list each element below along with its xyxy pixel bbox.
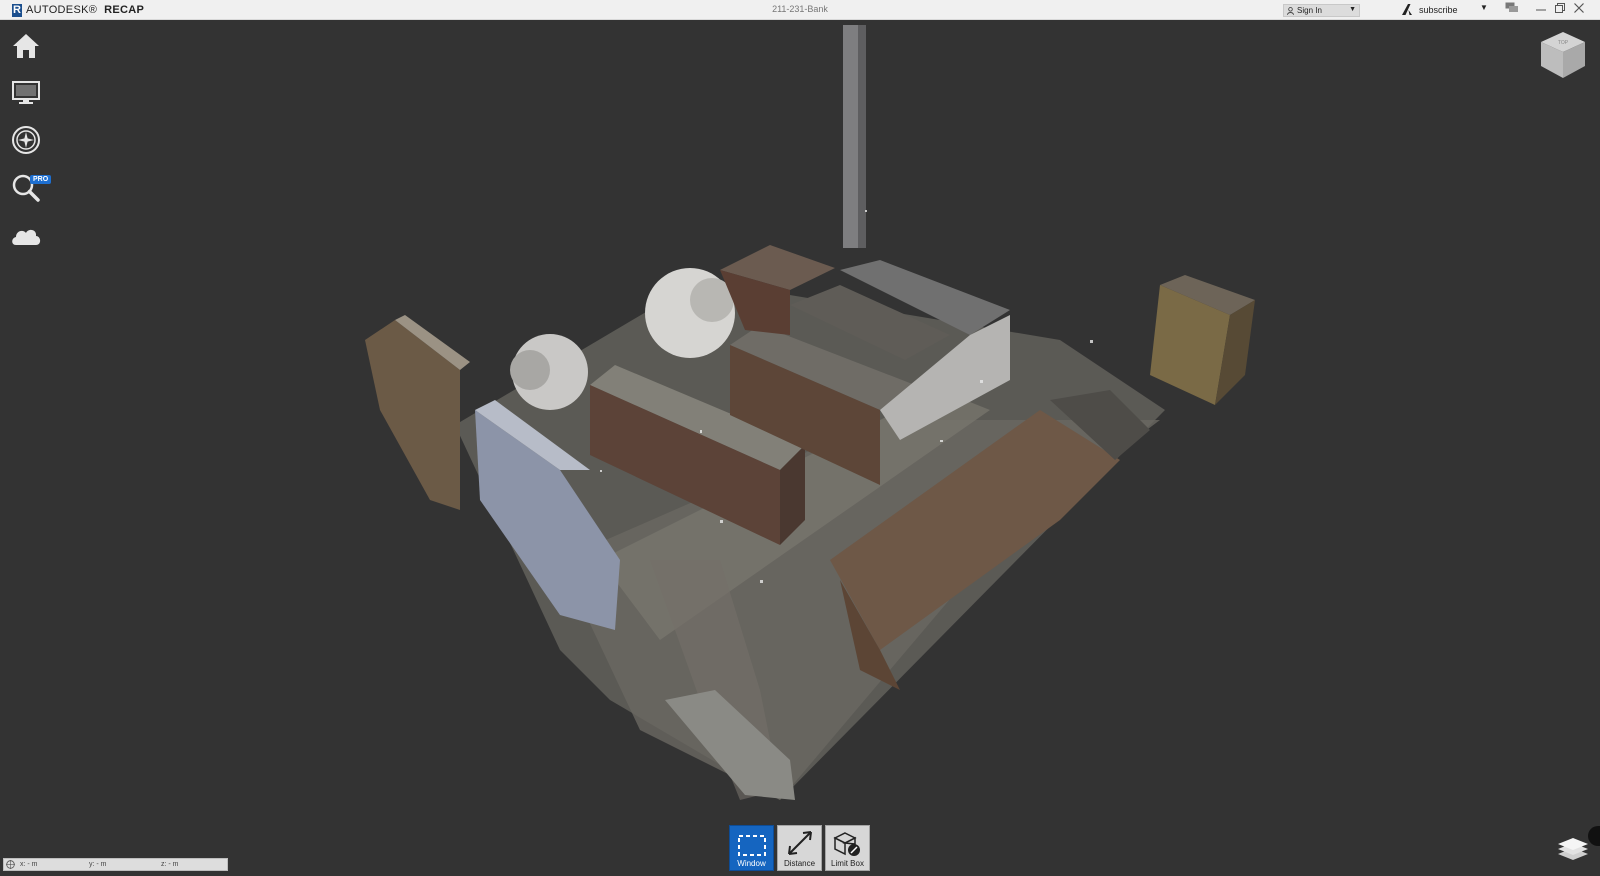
display-icon xyxy=(12,81,40,104)
window-tool-label: Window xyxy=(737,859,766,868)
view-cube[interactable]: TOP xyxy=(1539,30,1587,80)
z-coordinate: z: - m xyxy=(161,861,179,868)
display-settings-button[interactable] xyxy=(8,75,44,111)
home-icon xyxy=(13,34,39,58)
window-select-icon xyxy=(737,835,766,856)
distance-tool-label: Distance xyxy=(783,859,816,868)
coordinates-bar: x: - m y: - m z: - m xyxy=(3,858,228,871)
distance-tool[interactable]: Distance xyxy=(777,825,822,871)
limit-box-icon xyxy=(832,832,860,856)
distance-icon xyxy=(787,831,812,855)
cloud-button[interactable] xyxy=(8,218,44,254)
home-button[interactable] xyxy=(8,28,44,64)
point-cloud-viewport[interactable] xyxy=(0,0,1600,876)
x-coordinate: x: - m xyxy=(20,861,38,868)
cloud-icon xyxy=(12,229,41,245)
navigation-button[interactable] xyxy=(8,122,44,158)
limit-box-tool-label: Limit Box xyxy=(831,859,864,868)
layers-button[interactable] xyxy=(1556,836,1590,862)
window-select-tool[interactable]: Window xyxy=(729,825,774,871)
navigation-icon xyxy=(12,126,40,154)
crosshair-icon xyxy=(6,860,15,869)
limit-box-tool[interactable]: Limit Box xyxy=(825,825,870,871)
y-coordinate: y: - m xyxy=(89,861,107,868)
layers-icon xyxy=(1558,838,1588,860)
pro-badge: PRO xyxy=(30,175,52,184)
svg-text:TOP: TOP xyxy=(1558,40,1569,46)
